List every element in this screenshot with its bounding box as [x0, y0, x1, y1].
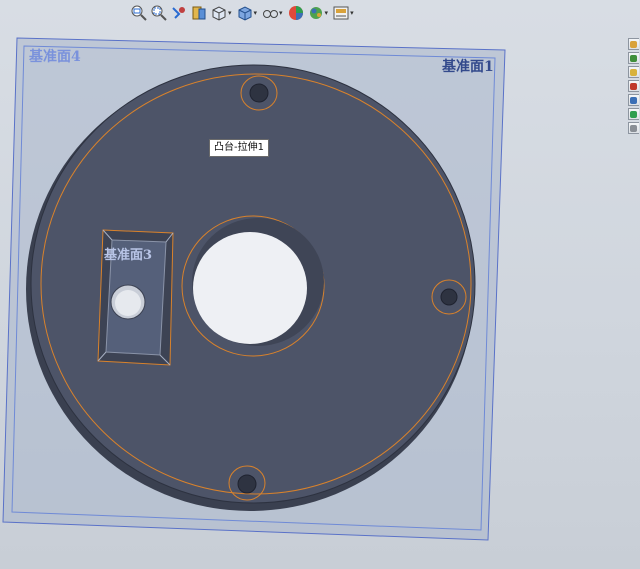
view-palette-tab[interactable]	[628, 94, 639, 106]
graphics-area[interactable]: 基准面4 基准面1 基准面3	[0, 0, 640, 569]
home-icon	[630, 40, 637, 48]
appearances-tab[interactable]	[628, 108, 639, 120]
view-palette-icon	[630, 96, 637, 104]
plane-label-right[interactable]: 基准面4	[29, 48, 81, 65]
plane-label-top[interactable]: 基准面3	[103, 247, 152, 263]
feature-tooltip: 凸台-拉伸1	[209, 139, 269, 157]
custom-properties-icon	[630, 124, 637, 132]
home-tab[interactable]	[628, 38, 639, 50]
design-library-tab[interactable]	[628, 66, 639, 78]
file-explorer-tab[interactable]	[628, 80, 639, 92]
plane-label-front[interactable]: 基准面1	[442, 58, 494, 75]
file-explorer-icon	[630, 82, 637, 90]
resources-tab[interactable]	[628, 52, 639, 64]
resources-icon	[630, 54, 637, 62]
appearances-icon	[630, 110, 637, 118]
task-pane-tabs	[628, 38, 640, 134]
center-bore-hole[interactable]	[193, 232, 307, 344]
design-library-icon	[630, 68, 637, 76]
custom-properties-tab[interactable]	[628, 122, 639, 134]
